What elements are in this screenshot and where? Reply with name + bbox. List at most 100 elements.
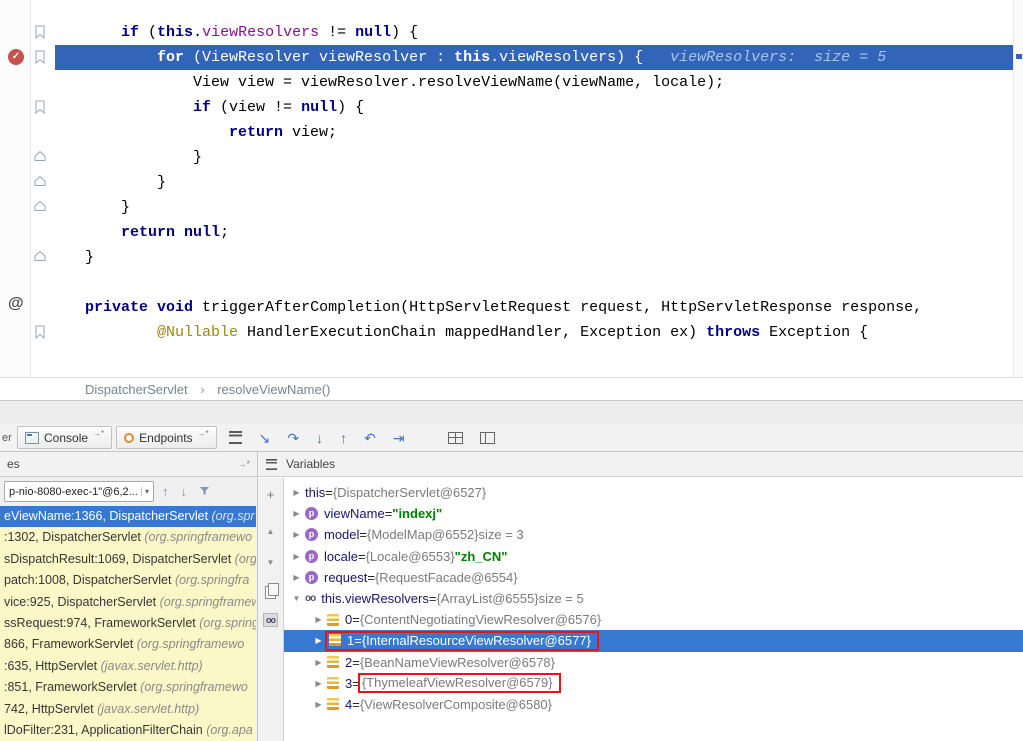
stack-frame-item[interactable]: 742, HttpServlet (javax.servlet.http) bbox=[0, 699, 256, 720]
stack-frame-item[interactable]: :635, HttpServlet (javax.servlet.http) bbox=[0, 656, 256, 677]
copy-icon[interactable] bbox=[265, 586, 276, 599]
stack-frame-item[interactable]: :851, FrameworkServlet (org.springframew… bbox=[0, 677, 256, 698]
tab-debugger-truncated[interactable]: er bbox=[0, 432, 13, 444]
stack-frame-item[interactable]: ssRequest:974, FrameworkServlet (org.spr… bbox=[0, 613, 256, 634]
code-line[interactable]: } bbox=[55, 145, 1014, 170]
hide-frames-filter-icon[interactable] bbox=[199, 484, 210, 499]
stack-frame-item[interactable]: vice:925, DispatcherServlet (org.springf… bbox=[0, 592, 256, 613]
chevron-right-icon[interactable]: ▶ bbox=[310, 679, 327, 688]
stack-frame-item[interactable]: sDispatchResult:1069, DispatcherServlet … bbox=[0, 549, 256, 570]
layout-settings-icon[interactable] bbox=[229, 431, 242, 444]
chevron-right-icon[interactable]: ▶ bbox=[288, 573, 305, 582]
chevron-right-icon[interactable]: ▶ bbox=[310, 700, 327, 709]
bookmark-icon[interactable] bbox=[34, 325, 48, 339]
stack-frame-item[interactable]: 866, FrameworkServlet (org.springframewo bbox=[0, 634, 256, 655]
code-line[interactable]: View view = viewResolver.resolveViewName… bbox=[55, 70, 1014, 95]
code-line[interactable]: } bbox=[55, 195, 1014, 220]
up-the-stack-icon[interactable]: ↑ bbox=[162, 484, 169, 499]
layout-columns-icon[interactable] bbox=[480, 432, 495, 444]
stack-frame-item[interactable]: lDoFilter:231, ApplicationFilterChain (o… bbox=[0, 720, 256, 741]
chevron-right-icon[interactable]: ▶ bbox=[288, 552, 305, 561]
drop-frame-icon[interactable]: ↶ bbox=[364, 425, 376, 451]
variable-row[interactable]: ▶pviewName = "indexj" bbox=[284, 503, 1023, 524]
debug-window-splitter[interactable] bbox=[0, 400, 1023, 424]
tab-endpoints[interactable]: Endpoints →* bbox=[116, 426, 217, 449]
code-line[interactable]: return view; bbox=[55, 120, 1014, 145]
new-watch-icon[interactable]: + bbox=[267, 487, 275, 502]
fold-marker-icon[interactable] bbox=[34, 200, 48, 214]
variable-row[interactable]: ▶this = {DispatcherServlet@6527} bbox=[284, 482, 1023, 503]
chevron-right-icon[interactable]: ▶ bbox=[288, 509, 305, 518]
variable-value: size = 5 bbox=[539, 591, 584, 606]
code-line[interactable]: return null; bbox=[55, 220, 1014, 245]
chevron-right-icon[interactable]: ▶ bbox=[288, 530, 305, 539]
code-line[interactable] bbox=[55, 270, 1014, 295]
variable-name: 1 bbox=[347, 633, 354, 648]
code-token bbox=[85, 49, 157, 66]
frame-location: :851, FrameworkServlet bbox=[4, 680, 140, 694]
down-the-stack-icon[interactable]: ↓ bbox=[181, 484, 188, 499]
stack-frame-item[interactable]: eViewName:1366, DispatcherServlet (org.s… bbox=[0, 506, 256, 527]
breadcrumb-class[interactable]: DispatcherServlet bbox=[85, 382, 188, 397]
variable-row[interactable]: ▶2 = {BeanNameViewResolver@6578} bbox=[284, 652, 1023, 673]
code-editor[interactable]: ✓ @ if (this.viewResolvers != null) { fo… bbox=[0, 0, 1023, 377]
execution-line[interactable]: for (ViewResolver viewResolver : this.vi… bbox=[55, 45, 1014, 70]
chevron-right-icon[interactable]: ▶ bbox=[310, 615, 327, 624]
breakpoint-verified-icon[interactable]: ✓ bbox=[8, 49, 24, 65]
code-lines[interactable]: if (this.viewResolvers != null) { for (V… bbox=[55, 20, 1014, 345]
frames-panel-options-icon[interactable]: →* bbox=[237, 459, 250, 469]
step-over-icon[interactable]: ↷ bbox=[287, 425, 299, 451]
code-line[interactable]: } bbox=[55, 170, 1014, 195]
variables-panel: Variables +▲▼oo ▶this = {DispatcherServl… bbox=[258, 452, 1023, 741]
scroll-up-icon[interactable]: ▲ bbox=[267, 524, 275, 539]
code-token bbox=[85, 24, 121, 41]
fold-marker-icon[interactable] bbox=[34, 250, 48, 264]
scroll-down-icon[interactable]: ▼ bbox=[267, 555, 275, 570]
show-execution-point-icon[interactable]: ↘ bbox=[259, 425, 271, 451]
variable-row[interactable]: ▶0 = {ContentNegotiatingViewResolver@657… bbox=[284, 609, 1023, 630]
run-to-cursor-icon[interactable]: ⇥ bbox=[393, 425, 405, 451]
bookmark-icon[interactable] bbox=[34, 100, 48, 114]
bookmark-icon[interactable] bbox=[34, 25, 48, 39]
variable-value: {InternalResourceViewResolver@6577} bbox=[362, 633, 591, 648]
code-line[interactable]: if (view != null) { bbox=[55, 95, 1014, 120]
code-line[interactable]: if (this.viewResolvers != null) { bbox=[55, 20, 1014, 45]
code-line[interactable]: private void triggerAfterCompletion(Http… bbox=[55, 295, 1014, 320]
thread-dropdown[interactable]: p-nio-8080-exec-1"@6,2... ▾ bbox=[4, 481, 154, 502]
variable-row[interactable]: ▶1 = {InternalResourceViewResolver@6577} bbox=[284, 630, 1023, 651]
bookmark-icon[interactable] bbox=[34, 50, 48, 64]
frame-navigation-icons: ↑↓ bbox=[162, 484, 210, 499]
chevron-down-icon[interactable]: ▼ bbox=[288, 594, 305, 603]
code-token: null bbox=[301, 99, 337, 116]
code-token: null bbox=[184, 224, 220, 241]
variable-row[interactable]: ▶pmodel = {ModelMap@6552} size = 3 bbox=[284, 524, 1023, 545]
show-watches-icon[interactable]: oo bbox=[263, 613, 278, 627]
stack-frames-list[interactable]: eViewName:1366, DispatcherServlet (org.s… bbox=[0, 506, 256, 741]
code-line[interactable]: } bbox=[55, 245, 1014, 270]
tab-console[interactable]: Console →* bbox=[17, 426, 112, 449]
console-icon bbox=[25, 432, 39, 444]
variables-tree[interactable]: ▶this = {DispatcherServlet@6527}▶pviewNa… bbox=[284, 478, 1023, 741]
code-token: Exception { bbox=[760, 324, 868, 341]
fold-marker-icon[interactable] bbox=[34, 150, 48, 164]
editor-scrollbar[interactable] bbox=[1013, 0, 1023, 377]
frame-package: (org.springframewo bbox=[144, 530, 252, 544]
variable-row[interactable]: ▶4 = {ViewResolverComposite@6580} bbox=[284, 694, 1023, 715]
variable-row[interactable]: ▶3 = {ThymeleafViewResolver@6579} bbox=[284, 673, 1023, 694]
variable-row[interactable]: ▶plocale = {Locale@6553} "zh_CN" bbox=[284, 546, 1023, 567]
stack-frame-item[interactable]: patch:1008, DispatcherServlet (org.sprin… bbox=[0, 570, 256, 591]
stack-frame-item[interactable]: :1302, DispatcherServlet (org.springfram… bbox=[0, 527, 256, 548]
step-out-icon[interactable]: ↑ bbox=[340, 425, 347, 451]
chevron-right-icon[interactable]: ▶ bbox=[288, 488, 305, 497]
variable-row[interactable]: ▼oothis.viewResolvers = {ArrayList@6555}… bbox=[284, 588, 1023, 609]
breadcrumb-method[interactable]: resolveViewName() bbox=[217, 382, 330, 397]
variable-row[interactable]: ▶prequest = {RequestFacade@6554} bbox=[284, 567, 1023, 588]
chevron-right-icon[interactable]: ▶ bbox=[310, 658, 327, 667]
step-into-icon[interactable]: ↓ bbox=[316, 425, 323, 451]
threads-view-icon[interactable] bbox=[266, 458, 277, 469]
fold-marker-icon[interactable] bbox=[34, 175, 48, 189]
code-line[interactable]: @Nullable HandlerExecutionChain mappedHa… bbox=[55, 320, 1014, 345]
frame-location: :1302, DispatcherServlet bbox=[4, 530, 144, 544]
table-view-icon[interactable] bbox=[448, 432, 463, 444]
code-token: triggerAfterCompletion(HttpServletReques… bbox=[193, 299, 922, 316]
